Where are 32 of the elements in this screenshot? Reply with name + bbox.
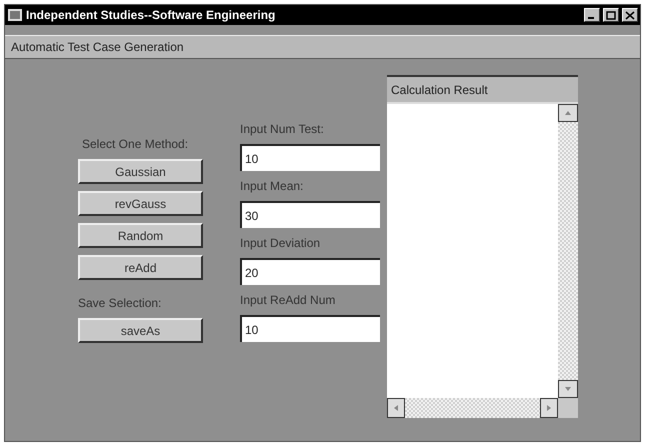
input-label: Input Mean: xyxy=(240,178,304,195)
maximize-icon xyxy=(606,10,616,20)
minimize-button[interactable] xyxy=(584,8,600,22)
input-field[interactable]: 10 xyxy=(240,315,380,342)
scroll-right-icon[interactable] xyxy=(540,398,558,418)
scrollbar-corner xyxy=(558,398,578,418)
input-field[interactable]: 20 xyxy=(240,258,380,285)
minimize-icon xyxy=(588,17,594,19)
save-as-button[interactable]: saveAs xyxy=(78,318,203,343)
input-label: Input Deviation xyxy=(240,235,322,252)
method-label: Select One Method: xyxy=(81,136,190,153)
input-label: Input Num Test: xyxy=(240,121,325,138)
maximize-button[interactable] xyxy=(603,8,619,22)
window-title: Independent Studies--Software Engineering xyxy=(26,7,276,24)
input-label: Input ReAdd Num xyxy=(240,292,336,309)
vertical-scrollbar[interactable] xyxy=(558,104,578,398)
close-button[interactable] xyxy=(622,8,638,22)
input-field[interactable]: 10 xyxy=(240,144,380,171)
scroll-left-icon[interactable] xyxy=(387,398,405,418)
app-icon xyxy=(7,8,23,22)
result-title: Calculation Result xyxy=(391,82,488,98)
save-label: Save Selection: xyxy=(78,295,162,312)
method-button[interactable]: reAdd xyxy=(78,255,203,280)
close-icon xyxy=(625,10,635,20)
horizontal-scrollbar[interactable] xyxy=(387,398,558,418)
header-text: Automatic Test Case Generation xyxy=(11,39,184,56)
method-button[interactable]: Random xyxy=(78,223,203,248)
method-button[interactable]: revGauss xyxy=(78,191,203,216)
method-button[interactable]: Gaussian xyxy=(78,159,203,184)
scroll-up-icon[interactable] xyxy=(558,104,578,122)
input-field[interactable]: 30 xyxy=(240,201,380,228)
scroll-down-icon[interactable] xyxy=(558,380,578,398)
